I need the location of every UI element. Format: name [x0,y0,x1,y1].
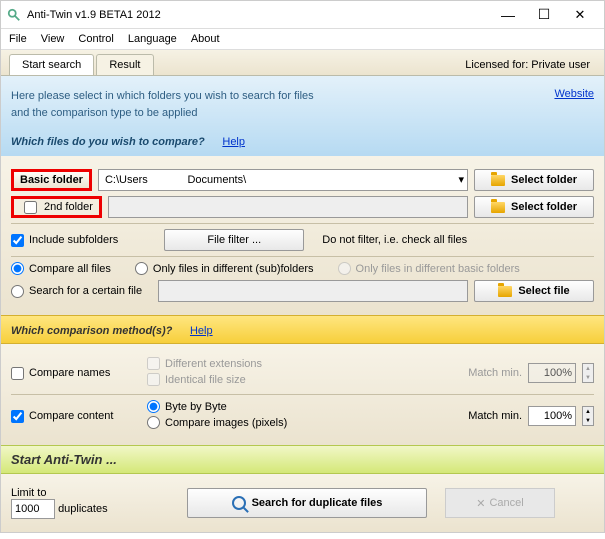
intro-text: Here please select in which folders you … [11,88,554,121]
include-subfolders-checkbox[interactable]: Include subfolders [11,234,118,247]
help-link-1[interactable]: Help [222,136,245,148]
close-button[interactable]: ✕ [562,3,598,27]
compare-content-checkbox[interactable]: Compare content [11,410,141,423]
section-which-files: Which files do you wish to compare? Help [11,133,594,148]
basic-folder-label: Basic folder [11,169,92,191]
second-folder-input[interactable] [108,196,468,218]
select-basic-folder-button[interactable]: Select folder [474,169,594,191]
license-label: Licensed for: Private user [459,55,596,75]
cancel-button: ✕ Cancel [445,488,555,518]
comparison-method-header: Which comparison method(s)? Help [1,315,604,344]
start-header: Start Anti-Twin ... [1,445,604,474]
search-file-radio[interactable]: Search for a certain file [11,285,142,298]
folder-icon [491,175,505,186]
no-filter-label: Do not filter, i.e. check all files [322,234,467,246]
second-folder-label: 2nd folder [11,196,102,218]
duplicates-label: duplicates [58,503,108,515]
diff-subfolders-radio[interactable]: Only files in different (sub)folders [135,262,314,275]
folder-panel: Basic folder ▾ Select folder 2nd folder … [1,156,604,315]
menu-view[interactable]: View [41,33,65,45]
compare-names-checkbox[interactable]: Compare names [11,367,141,380]
limit-input[interactable] [11,499,55,519]
minimize-button[interactable]: — [490,3,526,27]
match-min-label-1: Match min. [468,367,522,379]
second-folder-checkbox[interactable] [24,201,37,214]
app-icon [7,8,21,22]
menu-language[interactable]: Language [128,33,177,45]
run-panel: Limit to duplicates Search for duplicate… [1,474,604,532]
select-file-button[interactable]: Select file [474,280,594,302]
names-match-input [528,363,576,383]
tab-result[interactable]: Result [96,54,153,75]
byte-by-byte-radio[interactable]: Byte by Byte [147,400,227,413]
match-min-label-2: Match min. [468,410,522,422]
select-second-folder-button[interactable]: Select folder [474,196,594,218]
cancel-icon: ✕ [476,497,485,510]
maximize-button[interactable]: ☐ [526,3,562,27]
search-duplicates-button[interactable]: Search for duplicate files [187,488,427,518]
basic-folder-input[interactable]: ▾ [98,169,468,191]
content-spinner[interactable]: ▲▼ [582,406,594,426]
tab-start-search[interactable]: Start search [9,54,94,75]
names-spinner: ▲▼ [582,363,594,383]
folder-icon [491,202,505,213]
folder-icon [498,286,512,297]
tabs-row: Start search Result Licensed for: Privat… [1,50,604,76]
titlebar: Anti-Twin v1.9 BETA1 2012 — ☐ ✕ [1,1,604,29]
method-panel: Compare names Different extensions Ident… [1,344,604,445]
diff-basic-radio: Only files in different basic folders [338,262,520,275]
menu-file[interactable]: File [9,33,27,45]
website-link[interactable]: Website [554,88,594,121]
limit-to-label: Limit to [11,487,46,499]
compare-all-radio[interactable]: Compare all files [11,262,111,275]
search-icon [232,496,246,510]
file-filter-button[interactable]: File filter ... [164,229,304,251]
menu-about[interactable]: About [191,33,220,45]
identical-size-checkbox: Identical file size [147,373,246,386]
intro-panel: Here please select in which folders you … [1,76,604,156]
help-link-2[interactable]: Help [190,325,213,337]
compare-pixels-radio[interactable]: Compare images (pixels) [147,416,287,429]
menu-control[interactable]: Control [78,33,113,45]
diff-extensions-checkbox: Different extensions [147,357,262,370]
search-file-input[interactable] [158,280,468,302]
content-match-input[interactable] [528,406,576,426]
window-title: Anti-Twin v1.9 BETA1 2012 [27,9,490,21]
menubar: File View Control Language About [1,29,604,50]
